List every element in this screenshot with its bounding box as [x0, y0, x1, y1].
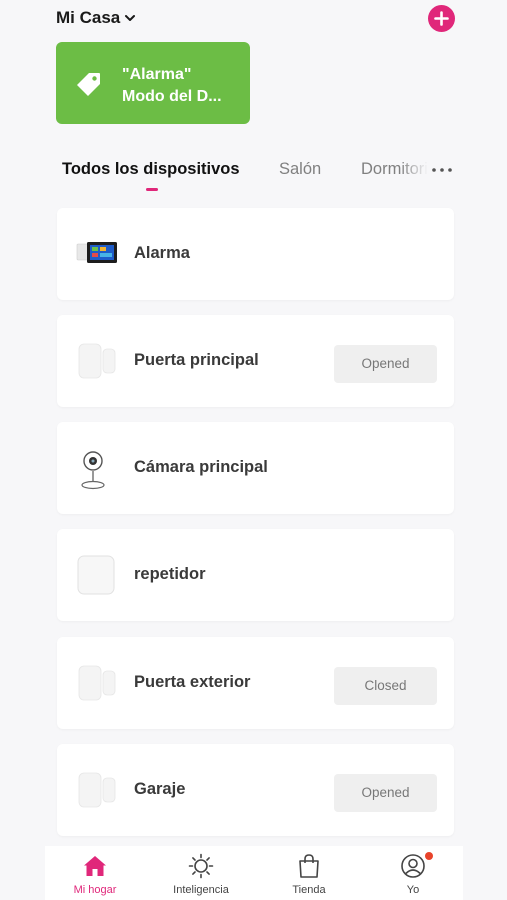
active-tab-indicator [146, 188, 158, 191]
door-sensor-icon [78, 772, 116, 808]
device-name: Alarma [134, 244, 190, 262]
chevron-down-icon [125, 15, 136, 21]
door-sensor-icon [78, 665, 116, 701]
scene-label: "Alarma" Modo del D... [122, 64, 242, 108]
nav-label: Tienda [292, 884, 326, 896]
nav-yo[interactable]: Yo [363, 846, 463, 900]
scene-card[interactable]: "Alarma" Modo del D... [56, 42, 250, 124]
home-name: Mi Casa [56, 8, 121, 27]
tab-all-devices[interactable]: Todos los dispositivos [62, 160, 240, 179]
profile-icon [401, 854, 425, 878]
status-button[interactable]: Opened [334, 774, 437, 812]
plus-circle-icon [434, 11, 449, 26]
home-selector[interactable]: Mi Casa [56, 8, 136, 28]
add-device-button[interactable] [428, 5, 455, 32]
home-icon [84, 856, 106, 876]
nav-inteligencia[interactable]: Inteligencia [151, 846, 251, 900]
nav-label: Inteligencia [173, 884, 229, 896]
device-card-garaje[interactable]: Garaje Opened [57, 744, 454, 836]
more-tabs-button[interactable] [428, 158, 456, 182]
tab-salon[interactable]: Salón [279, 160, 321, 179]
nav-label: Yo [406, 884, 420, 896]
device-card-repetidor[interactable]: repetidor [57, 529, 454, 621]
scene-line-2: Modo del D... [122, 88, 222, 105]
device-card-puerta-exterior[interactable]: Puerta exterior Closed [57, 637, 454, 729]
more-dots-icon [432, 168, 452, 172]
device-name: Garaje [134, 780, 186, 798]
device-name: Cámara principal [134, 458, 268, 476]
shopping-bag-icon [299, 854, 319, 878]
device-name: repetidor [134, 565, 206, 583]
door-sensor-icon [78, 343, 116, 379]
nav-mi-hogar[interactable]: Mi hogar [45, 846, 145, 900]
header: Mi Casa [0, 0, 507, 40]
device-card-alarma[interactable]: Alarma [57, 208, 454, 300]
status-button[interactable]: Closed [334, 667, 437, 705]
device-name: Puerta exterior [134, 673, 251, 691]
alarm-panel-icon [76, 242, 117, 263]
tag-icon [77, 73, 100, 96]
device-name: Puerta principal [134, 351, 259, 369]
tab-fade [400, 150, 428, 195]
nav-tienda[interactable]: Tienda [259, 846, 359, 900]
scene-line-1: "Alarma" [122, 66, 192, 83]
device-card-camara-principal[interactable]: Cámara principal [57, 422, 454, 514]
nav-label: Mi hogar [73, 884, 117, 896]
notification-badge [425, 852, 433, 860]
status-button[interactable]: Opened [334, 345, 437, 383]
camera-icon [81, 451, 105, 490]
repeater-icon [77, 555, 115, 595]
sun-icon [188, 853, 214, 879]
device-card-puerta-principal[interactable]: Puerta principal Opened [57, 315, 454, 407]
bottom-nav: Mi hogar Inteligencia Tienda Yo [45, 846, 463, 900]
